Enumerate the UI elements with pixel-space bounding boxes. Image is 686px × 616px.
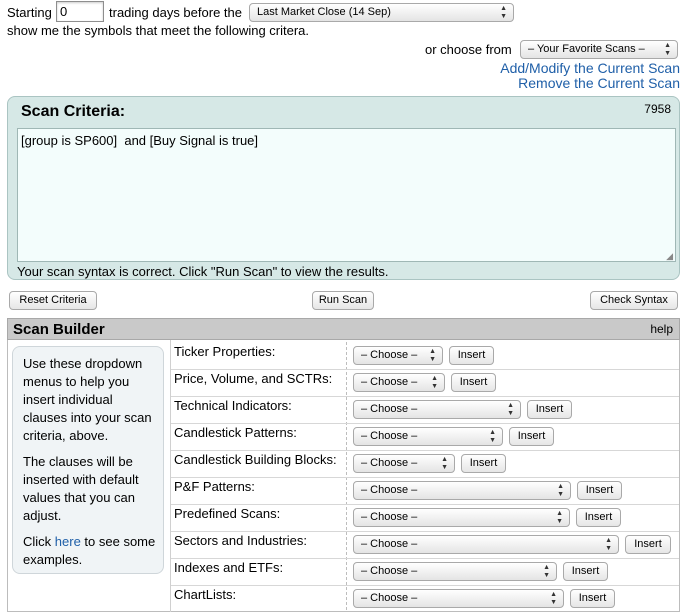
market-close-select[interactable]: Last Market Close (14 Sep) ▲ ▼ (249, 3, 514, 22)
candlestick-building-blocks-label: Candlestick Building Blocks: (174, 452, 337, 467)
row-separator (171, 450, 679, 451)
scan-criteria-title: Scan Criteria: (21, 103, 126, 120)
price-volume-sctrs-insert-button[interactable]: Insert (451, 373, 496, 392)
chartlists-insert-button[interactable]: Insert (570, 589, 615, 608)
price-volume-sctrs-select-value: – Choose – (361, 376, 418, 388)
technical-indicators-insert-button[interactable]: Insert (527, 400, 572, 419)
chartlists-label: ChartLists: (174, 587, 237, 602)
sectors-industries-label: Sectors and Industries: (174, 533, 307, 548)
indexes-etfs-label: Indexes and ETFs: (174, 560, 284, 575)
indexes-etfs-select-value: – Choose – (361, 565, 418, 577)
select-arrows-icon: ▲ ▼ (543, 564, 550, 579)
builder-help-link[interactable]: help (650, 322, 673, 336)
candlestick-patterns-insert-button[interactable]: Insert (509, 427, 554, 446)
resize-grip-icon[interactable]: ◢ (666, 252, 673, 261)
select-arrows-icon: ▲ ▼ (441, 456, 448, 471)
pf-patterns-select[interactable]: – Choose – ▲ ▼ (353, 481, 571, 500)
builder-dashed-divider (346, 342, 347, 610)
trading-days-input[interactable]: 0 (56, 1, 104, 22)
builder-column-divider (170, 340, 171, 612)
run-scan-button[interactable]: Run Scan (312, 291, 374, 310)
candlestick-patterns-label: Candlestick Patterns: (174, 425, 297, 440)
select-arrows-icon: ▲ ▼ (429, 348, 436, 363)
row-separator (171, 558, 679, 559)
help-paragraph-1: Use these dropdown menus to help you ins… (23, 356, 152, 443)
syntax-status: Your scan syntax is correct. Click "Run … (17, 264, 389, 279)
chartlists-select-value: – Choose – (361, 592, 418, 604)
price-volume-sctrs-select[interactable]: – Choose – ▲ ▼ (353, 373, 445, 392)
scan-criteria-panel: Scan Criteria: 7958 [group is SP600] and… (7, 96, 680, 280)
favorite-scans-value: – Your Favorite Scans – (528, 43, 645, 55)
predefined-scans-insert-button[interactable]: Insert (576, 508, 621, 527)
criteria-instruction: show me the symbols that meet the follow… (7, 23, 310, 38)
candlestick-building-blocks-select-value: – Choose – (361, 457, 418, 469)
chartlists-select[interactable]: – Choose – ▲ ▼ (353, 589, 564, 608)
sectors-industries-select[interactable]: – Choose – ▲ ▼ (353, 535, 619, 554)
technical-indicators-select-value: – Choose – (361, 403, 418, 415)
ticker-properties-insert-button[interactable]: Insert (449, 346, 494, 365)
row-separator (171, 585, 679, 586)
scan-criteria-textarea[interactable]: [group is SP600] and [Buy Signal is true… (17, 128, 676, 262)
examples-link[interactable]: here (55, 534, 81, 549)
row-separator (171, 423, 679, 424)
ticker-properties-select-value: – Choose – (361, 349, 418, 361)
candlestick-patterns-select-value: – Choose – (361, 430, 418, 442)
help-paragraph-3: Click here to see some examples. (23, 533, 157, 569)
market-close-value: Last Market Close (14 Sep) (257, 6, 391, 18)
select-arrows-icon: ▲ ▼ (507, 402, 514, 417)
row-separator (171, 504, 679, 505)
scan-builder-header: Scan Builder help (7, 318, 680, 340)
select-arrows-icon: ▲ ▼ (605, 537, 612, 552)
ticker-properties-label: Ticker Properties: (174, 344, 276, 359)
indexes-etfs-insert-button[interactable]: Insert (563, 562, 608, 581)
candlestick-patterns-select[interactable]: – Choose – ▲ ▼ (353, 427, 503, 446)
or-choose-label: or choose from (425, 42, 512, 57)
check-syntax-button[interactable]: Check Syntax (590, 291, 678, 310)
reset-criteria-button[interactable]: Reset Criteria (9, 291, 97, 310)
select-arrows-icon: ▲ ▼ (500, 5, 507, 20)
technical-indicators-label: Technical Indicators: (174, 398, 292, 413)
select-arrows-icon: ▲ ▼ (489, 429, 496, 444)
scan-count: 7958 (644, 102, 671, 116)
trading-days-label: trading days before the (109, 5, 242, 20)
predefined-scans-label: Predefined Scans: (174, 506, 281, 521)
select-arrows-icon: ▲ ▼ (557, 483, 564, 498)
predefined-scans-select[interactable]: – Choose – ▲ ▼ (353, 508, 570, 527)
row-separator (171, 477, 679, 478)
pf-patterns-insert-button[interactable]: Insert (577, 481, 622, 500)
technical-indicators-select[interactable]: – Choose – ▲ ▼ (353, 400, 521, 419)
sectors-industries-select-value: – Choose – (361, 538, 418, 550)
starting-label: Starting (7, 5, 52, 20)
predefined-scans-select-value: – Choose – (361, 511, 418, 523)
price-volume-sctrs-label: Price, Volume, and SCTRs: (174, 371, 333, 386)
indexes-etfs-select[interactable]: – Choose – ▲ ▼ (353, 562, 557, 581)
candlestick-building-blocks-insert-button[interactable]: Insert (461, 454, 506, 473)
scan-criteria-text: [group is SP600] and [Buy Signal is true… (21, 133, 259, 148)
pf-patterns-select-value: – Choose – (361, 484, 418, 496)
help-paragraph-2: The clauses will be inserted with defaul… (23, 454, 139, 523)
ticker-properties-select[interactable]: – Choose – ▲ ▼ (353, 346, 443, 365)
candlestick-building-blocks-select[interactable]: – Choose – ▲ ▼ (353, 454, 455, 473)
row-separator (171, 369, 679, 370)
select-arrows-icon: ▲ ▼ (431, 375, 438, 390)
select-arrows-icon: ▲ ▼ (664, 42, 671, 57)
remove-scan-link[interactable]: Remove the Current Scan (518, 75, 680, 91)
select-arrows-icon: ▲ ▼ (550, 591, 557, 606)
scan-builder-title: Scan Builder (13, 321, 105, 338)
favorite-scans-select[interactable]: – Your Favorite Scans – ▲ ▼ (520, 40, 678, 59)
pf-patterns-label: P&F Patterns: (174, 479, 255, 494)
select-arrows-icon: ▲ ▼ (556, 510, 563, 525)
help-paragraph-3-start: Click (23, 534, 55, 549)
row-separator (171, 396, 679, 397)
builder-help-box: Use these dropdown menus to help you ins… (12, 346, 164, 574)
sectors-industries-insert-button[interactable]: Insert (625, 535, 671, 554)
row-separator (171, 531, 679, 532)
add-modify-scan-link[interactable]: Add/Modify the Current Scan (500, 60, 680, 76)
